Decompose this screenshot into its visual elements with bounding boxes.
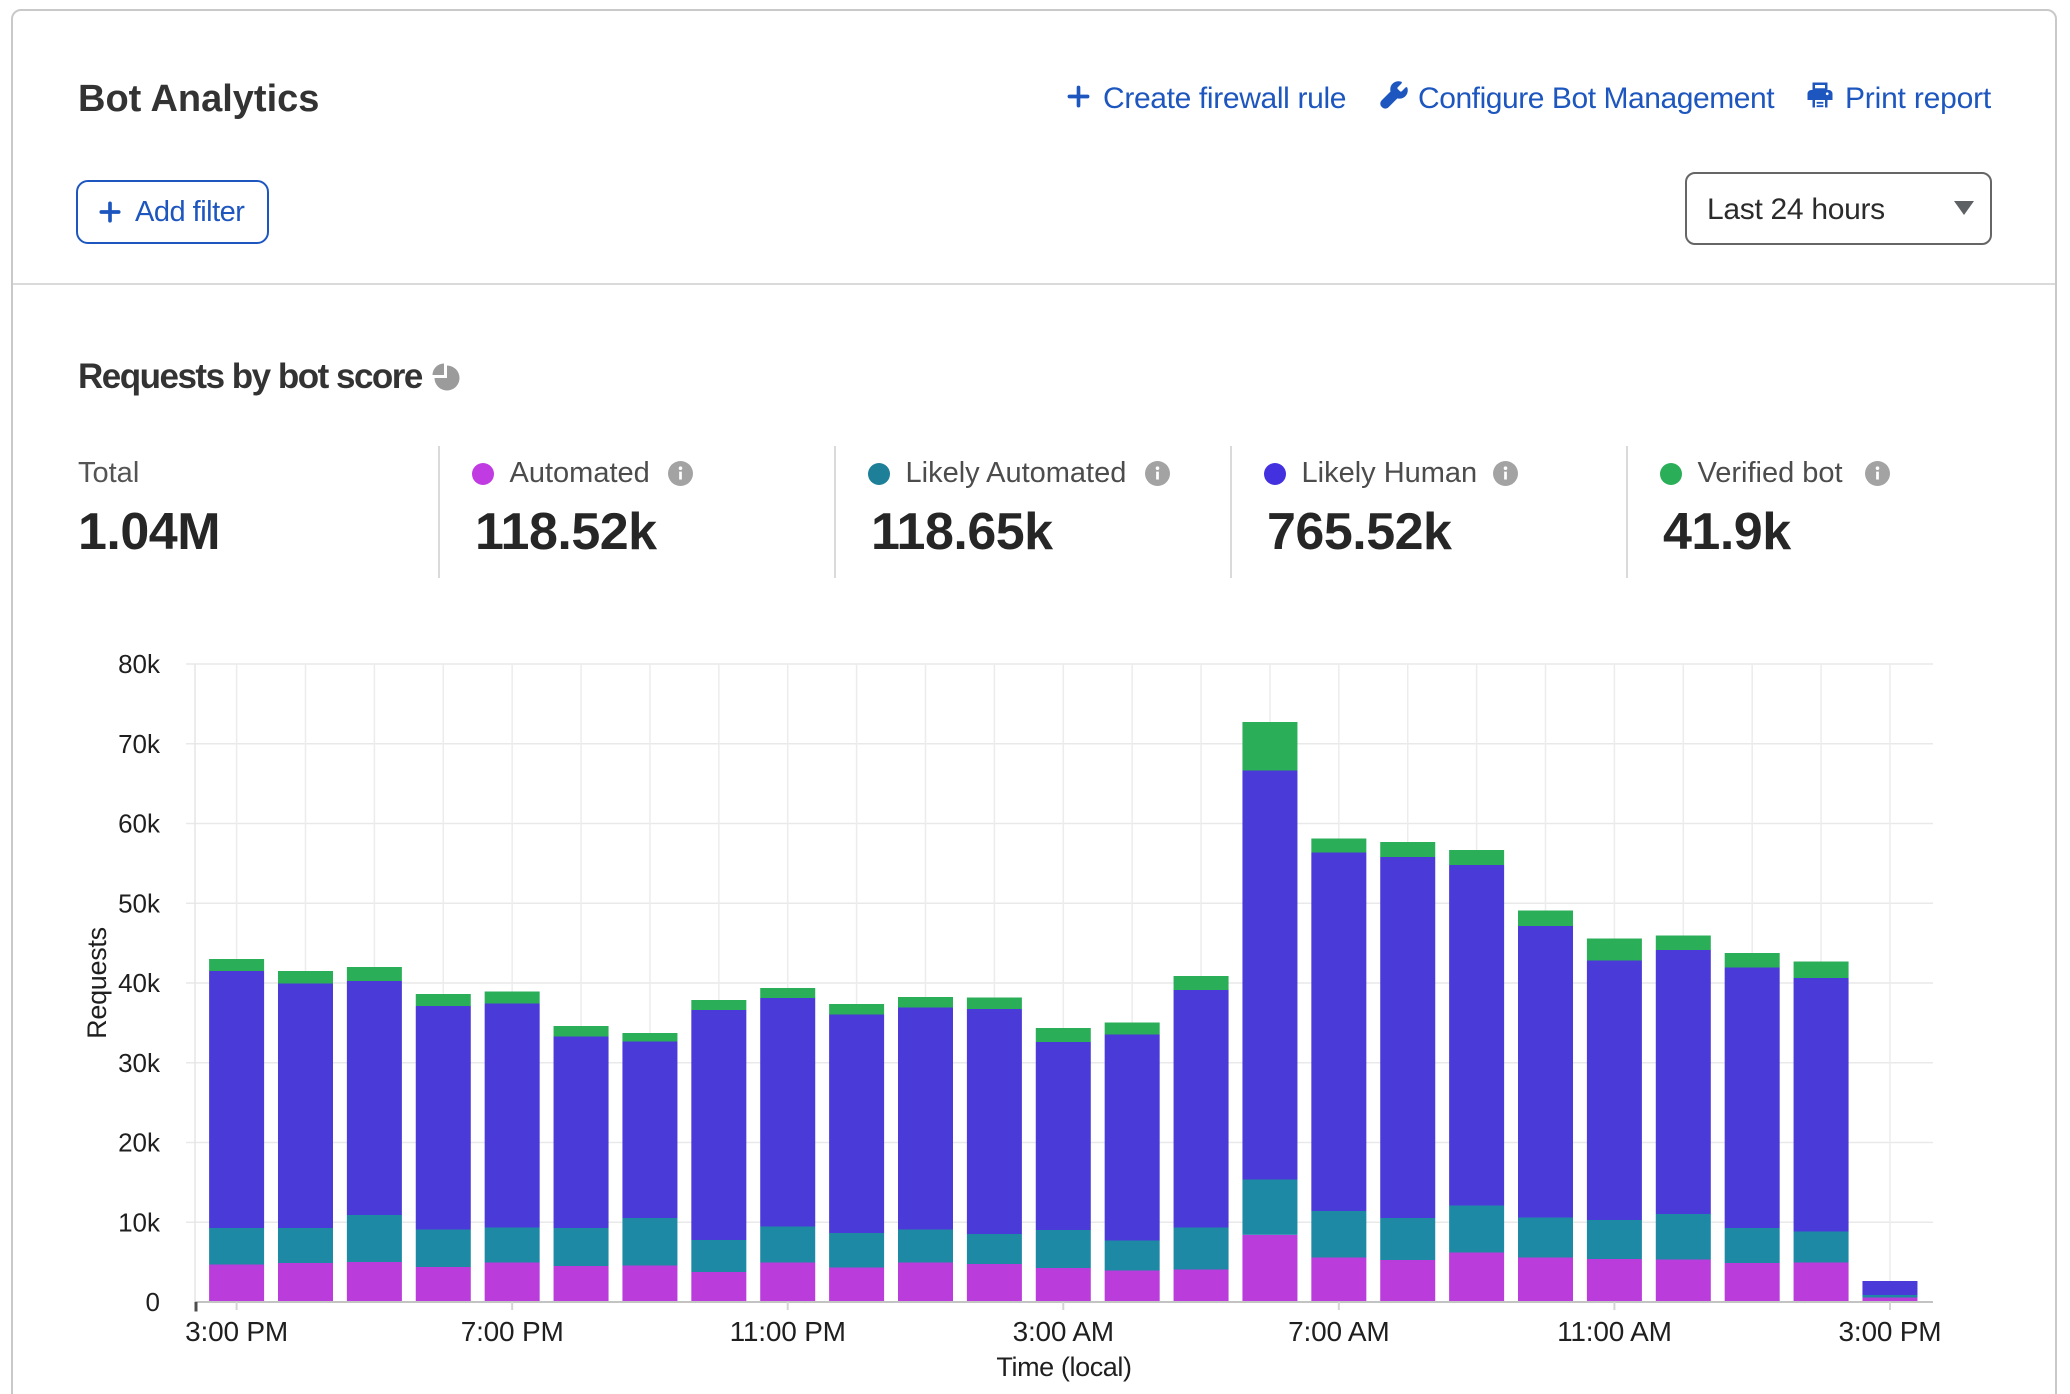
svg-text:40k: 40k bbox=[118, 968, 161, 998]
svg-text:11:00 AM: 11:00 AM bbox=[1557, 1316, 1672, 1347]
svg-text:0: 0 bbox=[146, 1287, 160, 1317]
svg-text:3:00 AM: 3:00 AM bbox=[1013, 1316, 1114, 1347]
svg-text:3:00 PM: 3:00 PM bbox=[1839, 1316, 1942, 1347]
svg-text:10k: 10k bbox=[118, 1207, 161, 1237]
svg-text:60k: 60k bbox=[118, 809, 161, 839]
svg-text:70k: 70k bbox=[118, 729, 161, 759]
svg-text:Time (local): Time (local) bbox=[996, 1352, 1131, 1382]
svg-text:Requests: Requests bbox=[82, 927, 112, 1039]
svg-text:20k: 20k bbox=[118, 1128, 161, 1158]
svg-text:7:00 AM: 7:00 AM bbox=[1288, 1316, 1389, 1347]
svg-text:7:00 PM: 7:00 PM bbox=[461, 1316, 564, 1347]
svg-text:80k: 80k bbox=[118, 649, 161, 679]
svg-text:3:00 PM: 3:00 PM bbox=[185, 1316, 288, 1347]
svg-text:50k: 50k bbox=[118, 888, 161, 918]
svg-text:11:00 PM: 11:00 PM bbox=[730, 1316, 846, 1347]
svg-text:30k: 30k bbox=[118, 1048, 161, 1078]
